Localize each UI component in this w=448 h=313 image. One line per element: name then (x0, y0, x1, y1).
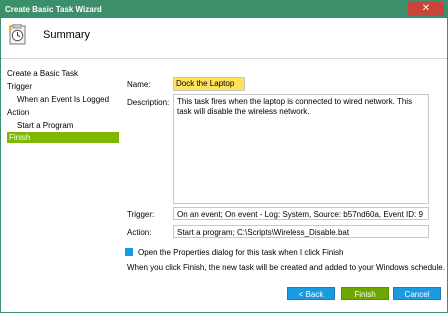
back-button[interactable]: < Back (287, 287, 335, 300)
step-label: Action (7, 108, 30, 117)
trigger-field: On an event; On event - Log: System, Sou… (173, 207, 429, 220)
finish-note: When you click Finish, the new task will… (127, 263, 445, 272)
description-field[interactable]: This task fires when the laptop is conne… (173, 94, 429, 204)
step-label: When an Event Is Logged (17, 95, 110, 104)
close-button[interactable]: ✕ (408, 2, 444, 16)
step-start-program[interactable]: Start a Program (17, 120, 117, 131)
step-label: Finish (9, 133, 31, 142)
step-trigger[interactable]: Trigger (7, 81, 117, 92)
page-title: Summary (43, 29, 91, 41)
name-label: Name: (127, 80, 151, 89)
step-finish[interactable]: Finish (7, 132, 119, 143)
step-create-basic-task[interactable]: Create a Basic Task (7, 68, 117, 79)
title-bar: Create Basic Task Wizard ✕ (1, 1, 447, 18)
step-label: Create a Basic Task (7, 69, 78, 78)
clock-task-icon (8, 24, 26, 45)
open-properties-label[interactable]: Open the Properties dialog for this task… (138, 248, 343, 257)
trigger-label: Trigger: (127, 210, 155, 219)
header-divider (1, 58, 447, 59)
step-action[interactable]: Action (7, 107, 117, 118)
finish-button[interactable]: Finish (341, 287, 389, 300)
step-when-event-logged[interactable]: When an Event Is Logged (17, 94, 117, 105)
window-title: Create Basic Task Wizard (5, 5, 102, 14)
step-label: Start a Program (17, 121, 74, 130)
cancel-button[interactable]: Cancel (393, 287, 441, 300)
description-label: Description: (127, 98, 170, 107)
open-properties-checkbox[interactable] (125, 248, 133, 256)
wizard-header: Summary (1, 18, 447, 58)
name-field[interactable]: Dock the Laptop (173, 77, 245, 91)
wizard-window: Create Basic Task Wizard ✕ Summary Creat… (0, 0, 448, 313)
step-label: Trigger (7, 82, 33, 91)
action-field: Start a program; C:\Scripts\Wireless_Dis… (173, 225, 429, 238)
action-label: Action: (127, 228, 152, 237)
